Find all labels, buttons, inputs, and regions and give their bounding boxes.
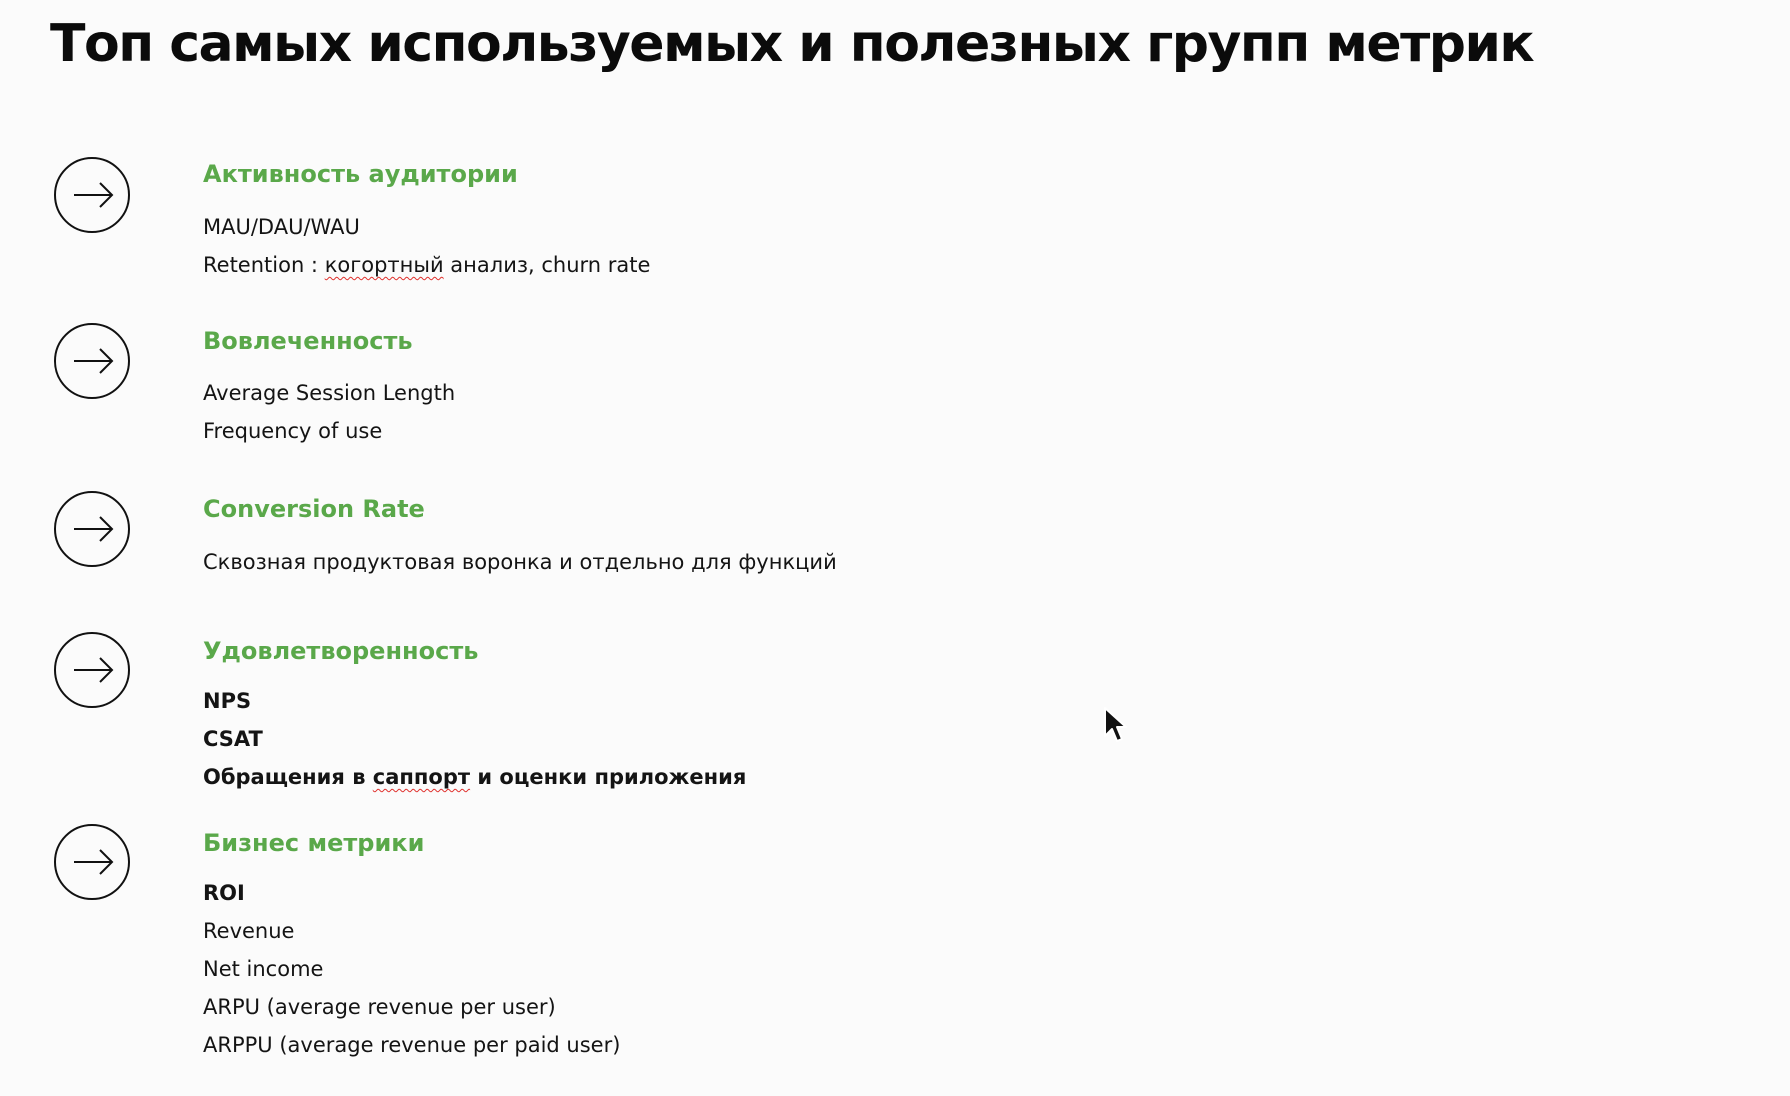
list-item: Average Session Length [203,381,456,405]
group-heading: Активность аудитории [203,160,518,188]
arrow-right-circle-icon [54,491,130,567]
list-item: ARPU (average revenue per user) [203,995,556,1019]
group-items: MAU/DAU/WAU Retention : когортный анализ… [203,208,650,284]
page-title: Топ самых используемых и полезных групп … [50,14,1535,74]
list-item: Обращения в саппорт и оценки приложения [203,758,746,796]
group-heading: Удовлетворенность [203,637,479,665]
arrow-right-circle-icon [54,824,130,900]
list-item: Net income [203,957,324,981]
misspelled-word[interactable]: когортный [325,253,444,277]
arrow-right-circle-icon [54,323,130,399]
item-text: Retention : [203,253,325,277]
group-items: NPS CSAT Обращения в саппорт и оценки пр… [203,682,746,796]
arrow-right-circle-icon [54,157,130,233]
arrow-right-circle-icon [54,632,130,708]
group-heading: Бизнес метрики [203,829,425,857]
list-item: Frequency of use [203,419,383,443]
group-items: Сквозная продуктовая воронка и отдельно … [203,543,837,581]
item-text: анализ, churn rate [443,253,651,277]
item-text: Обращения в [203,765,373,789]
list-item: MAU/DAU/WAU [203,215,360,239]
group-heading: Conversion Rate [203,495,425,523]
group-items: Average Session Length Frequency of use [203,374,455,450]
misspelled-word[interactable]: саппорт [373,765,470,789]
list-item: Revenue [203,919,295,943]
mouse-pointer-icon [1104,707,1127,742]
list-item: NPS [203,689,252,713]
list-item: ARPPU (average revenue per paid user) [203,1033,621,1057]
item-text: и оценки приложения [470,765,747,789]
list-item: Retention : когортный анализ, churn rate [203,246,650,284]
list-item: CSAT [203,727,263,751]
group-heading: Вовлеченность [203,327,413,355]
list-item: ROI [203,881,245,905]
group-items: ROI Revenue Net income ARPU (average rev… [203,874,620,1064]
list-item: Сквозная продуктовая воронка и отдельно … [203,550,837,574]
